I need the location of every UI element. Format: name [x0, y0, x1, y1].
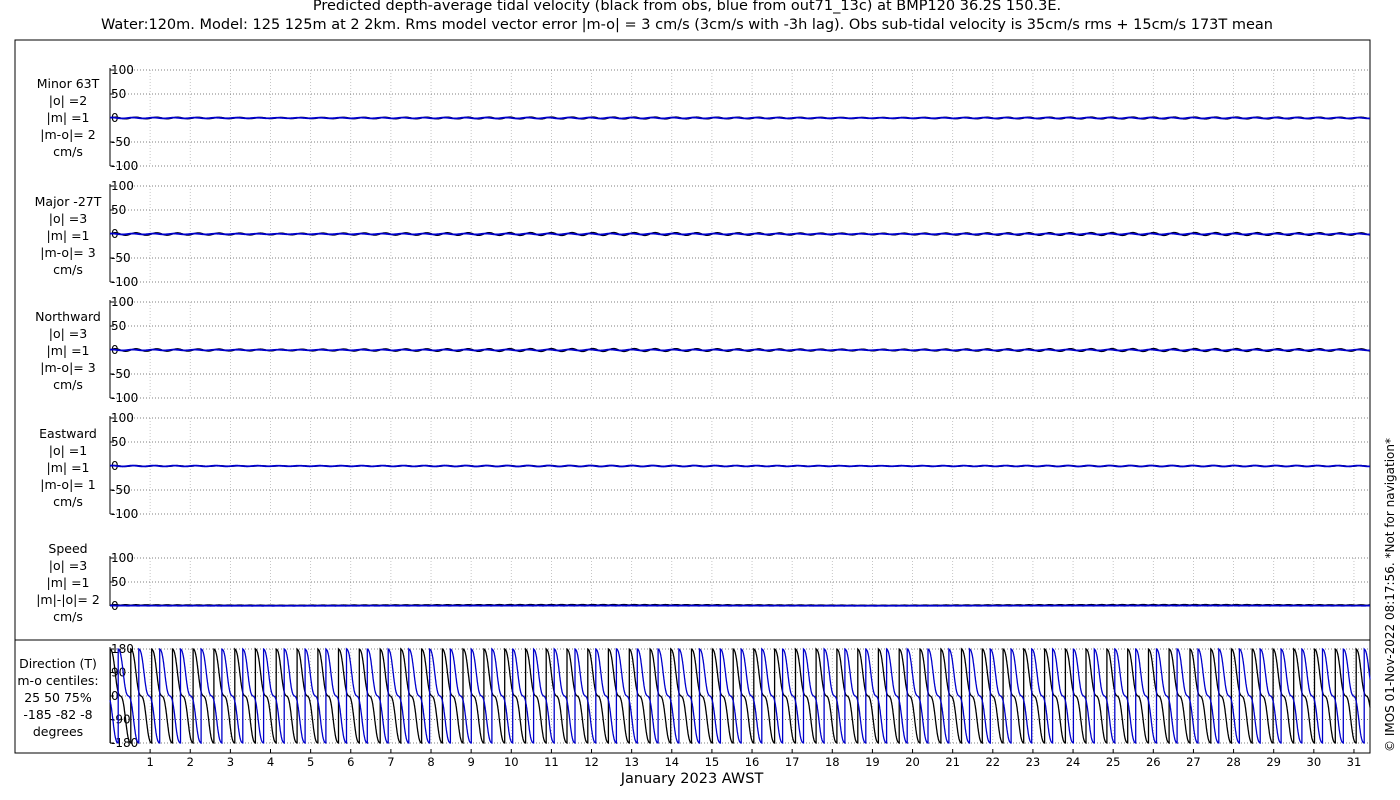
x-tick-label: 17	[785, 755, 800, 769]
x-axis: 1 2 3 4 5 6 7 8 9 10 11 12 13 14 15 16 17 18 19 20 21 22 23 24 2…	[110, 749, 1370, 787]
y-tick-label: 50	[111, 435, 126, 449]
panel-label-speed-4: cm/s	[53, 609, 83, 624]
x-tick-label: 30	[1307, 755, 1322, 769]
x-tick-label: 28	[1226, 755, 1241, 769]
x-tick-label: 31	[1347, 755, 1362, 769]
panel-northward: 100500-50-100Northward|o| =3|m| =1|m-o|=…	[35, 295, 1371, 405]
panel-label-major-1: |o| =3	[49, 211, 87, 226]
x-tick-label: 13	[624, 755, 639, 769]
panel-label-speed-1: |o| =3	[49, 558, 87, 573]
upper-frame	[14, 39, 1371, 641]
panel-label-minor-3: |m-o|= 2	[40, 127, 95, 142]
panel-label-direction-2: 25 50 75%	[24, 690, 92, 705]
panel-minor: 100500-50-100Minor 63T|o| =2|m| =1|m-o|=…	[37, 63, 1371, 173]
panel-major: 100500-50-100Major -27T|o| =3|m| =1|m-o|…	[35, 179, 1371, 289]
panel-label-minor-0: Minor 63T	[37, 76, 100, 91]
y-tick-label: 100	[111, 179, 134, 193]
panel-label-eastward-3: |m-o|= 1	[40, 477, 95, 492]
panel-label-direction-3: -185 -82 -8	[23, 707, 92, 722]
x-tick-label: 15	[705, 755, 720, 769]
panel-label-northward-1: |o| =3	[49, 326, 87, 341]
copyright-notice: © IMOS 01-Nov-2022 08:17:56. *Not for na…	[1383, 438, 1397, 752]
panel-eastward: 100500-50-100Eastward|o| =1|m| =1|m-o|= …	[39, 411, 1371, 521]
x-tick-label: 3	[227, 755, 234, 769]
panel-label-speed-0: Speed	[48, 541, 87, 556]
tidal-velocity-figure: Predicted depth-average tidal velocity (…	[0, 0, 1400, 800]
panel-label-northward-4: cm/s	[53, 377, 83, 392]
panel-label-northward-3: |m-o|= 3	[40, 360, 95, 375]
y-tick-label: -100	[111, 275, 138, 289]
series-model-major	[109, 232, 1371, 236]
panel-label-major-4: cm/s	[53, 262, 83, 277]
y-tick-label: 100	[111, 295, 134, 309]
y-tick-label: -50	[111, 251, 131, 265]
y-tick-label: 50	[111, 319, 126, 333]
panel-label-eastward-2: |m| =1	[47, 460, 90, 475]
panel-label-northward-2: |m| =1	[47, 343, 90, 358]
panel-label-major-2: |m| =1	[47, 228, 90, 243]
x-tick-label: 20	[905, 755, 920, 769]
x-tick-label: 26	[1146, 755, 1161, 769]
y-tick-label: -100	[111, 507, 138, 521]
panel-direction: 180900-90-180Direction (T)m-o centiles:2…	[17, 642, 1371, 750]
chart-canvas: 100500-50-100Minor 63T|o| =2|m| =1|m-o|=…	[14, 39, 1371, 787]
x-tick-label: 11	[544, 755, 559, 769]
panel-label-direction-0: Direction (T)	[19, 656, 97, 671]
panel-label-major-0: Major -27T	[35, 194, 102, 209]
x-tick-label: 7	[387, 755, 394, 769]
panel-label-northward-0: Northward	[35, 309, 101, 324]
x-tick-label: 2	[187, 755, 194, 769]
y-tick-label: -100	[111, 391, 138, 405]
panel-label-eastward-0: Eastward	[39, 426, 97, 441]
x-tick-label: 14	[664, 755, 679, 769]
x-tick-label: 18	[825, 755, 840, 769]
x-tick-label: 27	[1186, 755, 1201, 769]
y-tick-label: -50	[111, 135, 131, 149]
panel-speed: 100500Speed|o| =3|m| =1|m|-|o|= 2cm/s	[36, 541, 1371, 624]
x-tick-label: 29	[1266, 755, 1281, 769]
series-model-eastward	[109, 464, 1371, 468]
series-model-minor	[109, 116, 1371, 120]
x-tick-label: 25	[1106, 755, 1121, 769]
x-axis-title: January 2023 AWST	[620, 771, 764, 787]
panel-label-direction-1: m-o centiles:	[17, 673, 98, 688]
x-tick-label: 12	[584, 755, 599, 769]
x-tick-label: 24	[1066, 755, 1081, 769]
x-tick-label: 6	[347, 755, 354, 769]
x-tick-label: 10	[504, 755, 519, 769]
x-tick-label: 23	[1026, 755, 1041, 769]
x-tick-label: 8	[427, 755, 434, 769]
y-tick-label: 100	[111, 63, 134, 77]
x-tick-label: 5	[307, 755, 314, 769]
y-tick-label: -50	[111, 483, 131, 497]
y-tick-label: 100	[111, 551, 134, 565]
panel-label-eastward-1: |o| =1	[49, 443, 87, 458]
y-tick-label: 50	[111, 575, 126, 589]
panel-label-speed-3: |m|-|o|= 2	[36, 592, 100, 607]
y-tick-label: 100	[111, 411, 134, 425]
panel-label-direction-4: degrees	[33, 724, 83, 739]
x-tick-label: 16	[745, 755, 760, 769]
y-tick-label: 50	[111, 87, 126, 101]
panel-label-major-3: |m-o|= 3	[40, 245, 95, 260]
panel-label-eastward-4: cm/s	[53, 494, 83, 509]
x-tick-label: 9	[467, 755, 474, 769]
panel-label-minor-4: cm/s	[53, 144, 83, 159]
x-tick-label: 4	[267, 755, 274, 769]
panel-label-minor-2: |m| =1	[47, 110, 90, 125]
y-tick-label: 50	[111, 203, 126, 217]
x-tick-label: 21	[945, 755, 960, 769]
panel-label-minor-1: |o| =2	[49, 93, 87, 108]
x-tick-label: 19	[865, 755, 880, 769]
panel-label-speed-2: |m| =1	[47, 575, 90, 590]
y-tick-label: -100	[111, 159, 138, 173]
y-tick-label: -50	[111, 367, 131, 381]
series-model-northward	[109, 348, 1371, 352]
x-tick-label: 22	[985, 755, 1000, 769]
x-tick-label: 1	[146, 755, 153, 769]
